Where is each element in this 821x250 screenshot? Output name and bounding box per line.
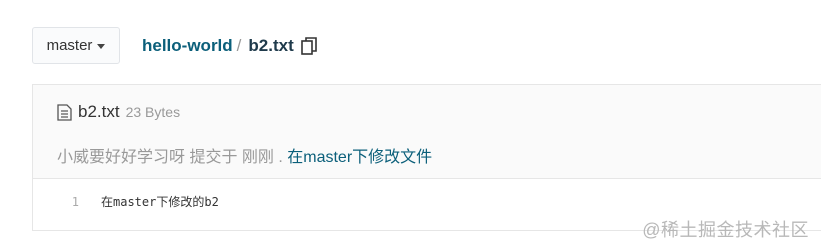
file-text-icon xyxy=(57,103,72,121)
caret-down-icon xyxy=(97,44,106,49)
copy-icon[interactable] xyxy=(300,37,317,55)
breadcrumb-file-name: b2.txt xyxy=(248,36,294,55)
code-line: 1 在master下修改的b2 xyxy=(33,193,219,210)
line-content: 在master下修改的b2 xyxy=(101,195,219,209)
file-header: b2.txt 23 Bytes 小威要好好学习呀 提交于 刚刚 . 在maste… xyxy=(33,85,821,179)
commit-info: 小威要好好学习呀 提交于 刚刚 . 在master下修改文件 xyxy=(57,143,432,167)
file-box: b2.txt 23 Bytes 小威要好好学习呀 提交于 刚刚 . 在maste… xyxy=(32,84,821,231)
branch-select-button[interactable]: master xyxy=(32,27,120,64)
watermark: @稀土掘金技术社区 xyxy=(642,220,809,240)
branch-label: master xyxy=(46,37,93,54)
line-number[interactable]: 1 xyxy=(33,195,79,209)
commit-message-link[interactable]: 在master下修改文件 xyxy=(287,149,432,166)
breadcrumb-separator: / xyxy=(236,36,242,55)
commit-author: 小威要好好学习呀 xyxy=(57,149,186,166)
file-title: b2.txt 23 Bytes xyxy=(57,102,180,122)
breadcrumb: hello-world / b2.txt xyxy=(142,36,317,56)
page: master hello-world / b2.txt b2.txt 23 By… xyxy=(0,0,821,250)
file-size: 23 Bytes xyxy=(125,104,181,120)
commit-action: 提交于 刚刚 . xyxy=(185,149,288,166)
file-name: b2.txt xyxy=(78,102,120,121)
breadcrumb-repo-link[interactable]: hello-world xyxy=(142,36,233,56)
